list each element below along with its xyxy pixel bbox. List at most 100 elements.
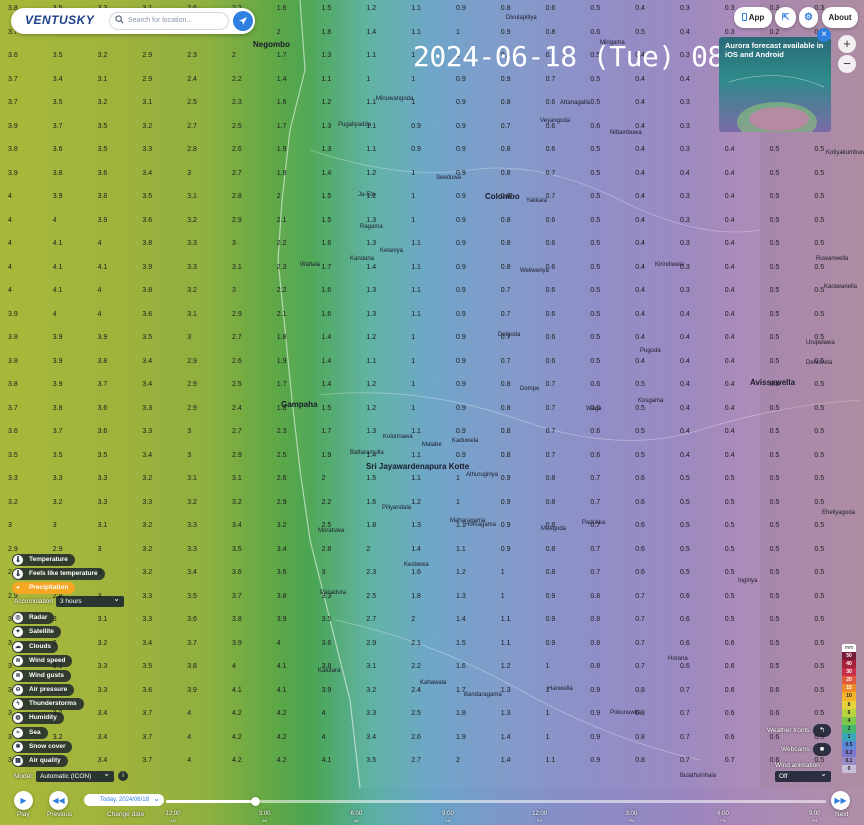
place-label[interactable]: Kahawala: [420, 680, 446, 686]
place-label[interactable]: Karawanella: [824, 284, 857, 290]
city-label[interactable]: Sri Jayawardenapura Kotte: [366, 462, 469, 471]
previous-button[interactable]: ◀◀: [49, 791, 68, 810]
place-label[interactable]: Ragama: [360, 224, 383, 230]
webcams-toggle[interactable]: ■: [813, 743, 831, 756]
city-label[interactable]: Avissawella: [750, 378, 795, 387]
weather-fronts-toggle[interactable]: ↰: [813, 724, 831, 737]
model-select[interactable]: Automatic (ICON): [36, 768, 114, 782]
zoom-in-button[interactable]: +: [838, 35, 856, 53]
place-label[interactable]: Ruwanwella: [816, 256, 848, 262]
close-promo-button[interactable]: ×: [817, 28, 831, 42]
layer-snow-cover[interactable]: ✱ Snow cover: [12, 741, 73, 753]
place-label[interactable]: Kosgama: [638, 398, 663, 404]
share-button[interactable]: ⇱: [775, 7, 796, 28]
settings-button[interactable]: ⚙: [799, 7, 818, 28]
place-label[interactable]: Pokunuwita: [610, 710, 641, 716]
play-button[interactable]: ▶: [14, 791, 33, 810]
grid-value: 2.9: [366, 639, 377, 647]
place-label[interactable]: Ingiriya: [738, 578, 757, 584]
layer-thunderstorms[interactable]: ϟ Thunderstorms: [12, 698, 84, 710]
place-label[interactable]: Eheliyagoda: [822, 510, 855, 516]
grid-value: 3.3: [142, 404, 153, 412]
place-label[interactable]: Veyangoda: [540, 118, 570, 124]
place-label[interactable]: Malabe: [422, 442, 442, 448]
timeline-tick[interactable]: 6:00 AM: [336, 811, 376, 825]
timeline-tick[interactable]: 3:00 PM: [611, 811, 651, 825]
grid-value: 1.3: [321, 52, 332, 59]
place-label[interactable]: Kaduwela: [452, 438, 478, 444]
timeline-tick[interactable]: 12:00 AM: [153, 811, 193, 825]
locate-button[interactable]: [233, 11, 253, 31]
place-label[interactable]: Padukka: [582, 520, 605, 526]
city-label[interactable]: Negombo: [253, 40, 290, 49]
place-label[interactable]: Hanwella: [548, 686, 573, 692]
place-label[interactable]: Yakkala: [526, 198, 547, 204]
place-label[interactable]: Seeduwa: [436, 175, 461, 181]
place-label[interactable]: Panadura: [320, 590, 346, 596]
layer-air-pressure[interactable]: ⊖ Air pressure: [12, 684, 75, 696]
layer-wind-gusts[interactable]: ≋ Wind gusts: [12, 670, 71, 682]
place-label[interactable]: Kelaniya: [380, 248, 403, 254]
search-input[interactable]: Search for location...: [109, 12, 229, 30]
place-label[interactable]: Urupelawa: [806, 340, 835, 346]
place-label[interactable]: Pugoda: [640, 348, 661, 354]
place-label[interactable]: Kesbewa: [404, 562, 429, 568]
place-label[interactable]: Moratuwa: [318, 528, 344, 534]
date-picker[interactable]: Today, 2024/06/18 ⌄: [84, 794, 164, 806]
timeline-tick[interactable]: 9:00 PM: [795, 811, 835, 825]
place-label[interactable]: Meegoda: [541, 526, 566, 532]
place-label[interactable]: Maharagama: [450, 518, 485, 524]
place-label[interactable]: Weliweriya: [520, 268, 549, 274]
place-label[interactable]: Wattala: [300, 262, 320, 268]
place-label[interactable]: Kotiyakumbura: [826, 150, 864, 156]
layer-humidity[interactable]: ◍ Humidity: [12, 712, 64, 724]
layer-satellite[interactable]: ✦ Satellite: [12, 626, 61, 638]
timeline-track[interactable]: [166, 797, 826, 806]
place-label[interactable]: Horana: [668, 656, 688, 662]
grid-value: 0.9: [456, 240, 466, 247]
place-label[interactable]: Kirindiwela: [655, 262, 684, 268]
layer-clouds[interactable]: ☁ Clouds: [12, 641, 59, 653]
place-label[interactable]: Bandaragama: [464, 692, 502, 698]
city-label[interactable]: Colombo: [485, 192, 520, 201]
place-label[interactable]: Waga: [586, 406, 601, 412]
place-label[interactable]: Kalutara: [318, 668, 340, 674]
place-label[interactable]: Ja-Ela: [358, 192, 375, 198]
timeline-tick[interactable]: 12:00 PM: [520, 811, 560, 825]
timeline-tick[interactable]: 3:00 AM: [245, 811, 285, 825]
layer-wind-speed[interactable]: ≋ Wind speed: [12, 655, 73, 667]
timeline-tick[interactable]: 9:00 AM: [428, 811, 468, 825]
layer-sea[interactable]: ≈ Sea: [12, 727, 48, 739]
wind-animation-select[interactable]: Off: [775, 768, 831, 782]
layer-feels-like-temperature[interactable]: 🌡 Feels like temperature: [12, 568, 105, 580]
place-label[interactable]: Kandana: [350, 256, 374, 262]
place-label[interactable]: Divulapitiya: [506, 15, 537, 21]
next-button[interactable]: ▶▶: [831, 791, 850, 810]
city-label[interactable]: Gampaha: [281, 400, 317, 409]
timeline-tick[interactable]: 6:00 PM: [703, 811, 743, 825]
layer-air-quality[interactable]: ▦ Air quality: [12, 755, 68, 767]
place-label[interactable]: Delgoda: [498, 332, 520, 338]
app-button[interactable]: App: [734, 7, 772, 28]
zoom-out-button[interactable]: −: [838, 55, 856, 73]
place-label[interactable]: Battaramulla: [350, 450, 384, 456]
ventusky-logo[interactable]: VENTUSKY: [25, 13, 94, 27]
about-button[interactable]: About: [822, 7, 858, 28]
layer-radar[interactable]: ◎ Radar: [12, 612, 55, 624]
model-info-icon[interactable]: i: [118, 771, 128, 781]
aurora-promo-banner[interactable]: Aurora forecast available in iOS and And…: [719, 37, 831, 132]
accumulation-select[interactable]: 3 hours: [56, 593, 124, 607]
grid-value: 1.3: [321, 146, 332, 153]
place-label[interactable]: Attanagalla: [560, 100, 590, 106]
place-label[interactable]: Dehiowita: [806, 360, 832, 366]
place-label[interactable]: Nittambuwa: [610, 130, 642, 136]
place-label[interactable]: Athurugiriya: [466, 472, 498, 478]
place-label[interactable]: Kolonnawa: [383, 434, 413, 440]
place-label[interactable]: Pugaliyadda: [338, 122, 371, 128]
layer-temperature[interactable]: 🌡 Temperature: [12, 554, 75, 566]
layer-precipitation[interactable]: ● Precipitation: [12, 582, 76, 594]
place-label[interactable]: Minuwangoda: [376, 96, 413, 102]
place-label[interactable]: Bulathsinhala: [680, 773, 716, 779]
place-label[interactable]: Dompe: [520, 386, 539, 392]
place-label[interactable]: Piliyandala: [382, 505, 411, 511]
